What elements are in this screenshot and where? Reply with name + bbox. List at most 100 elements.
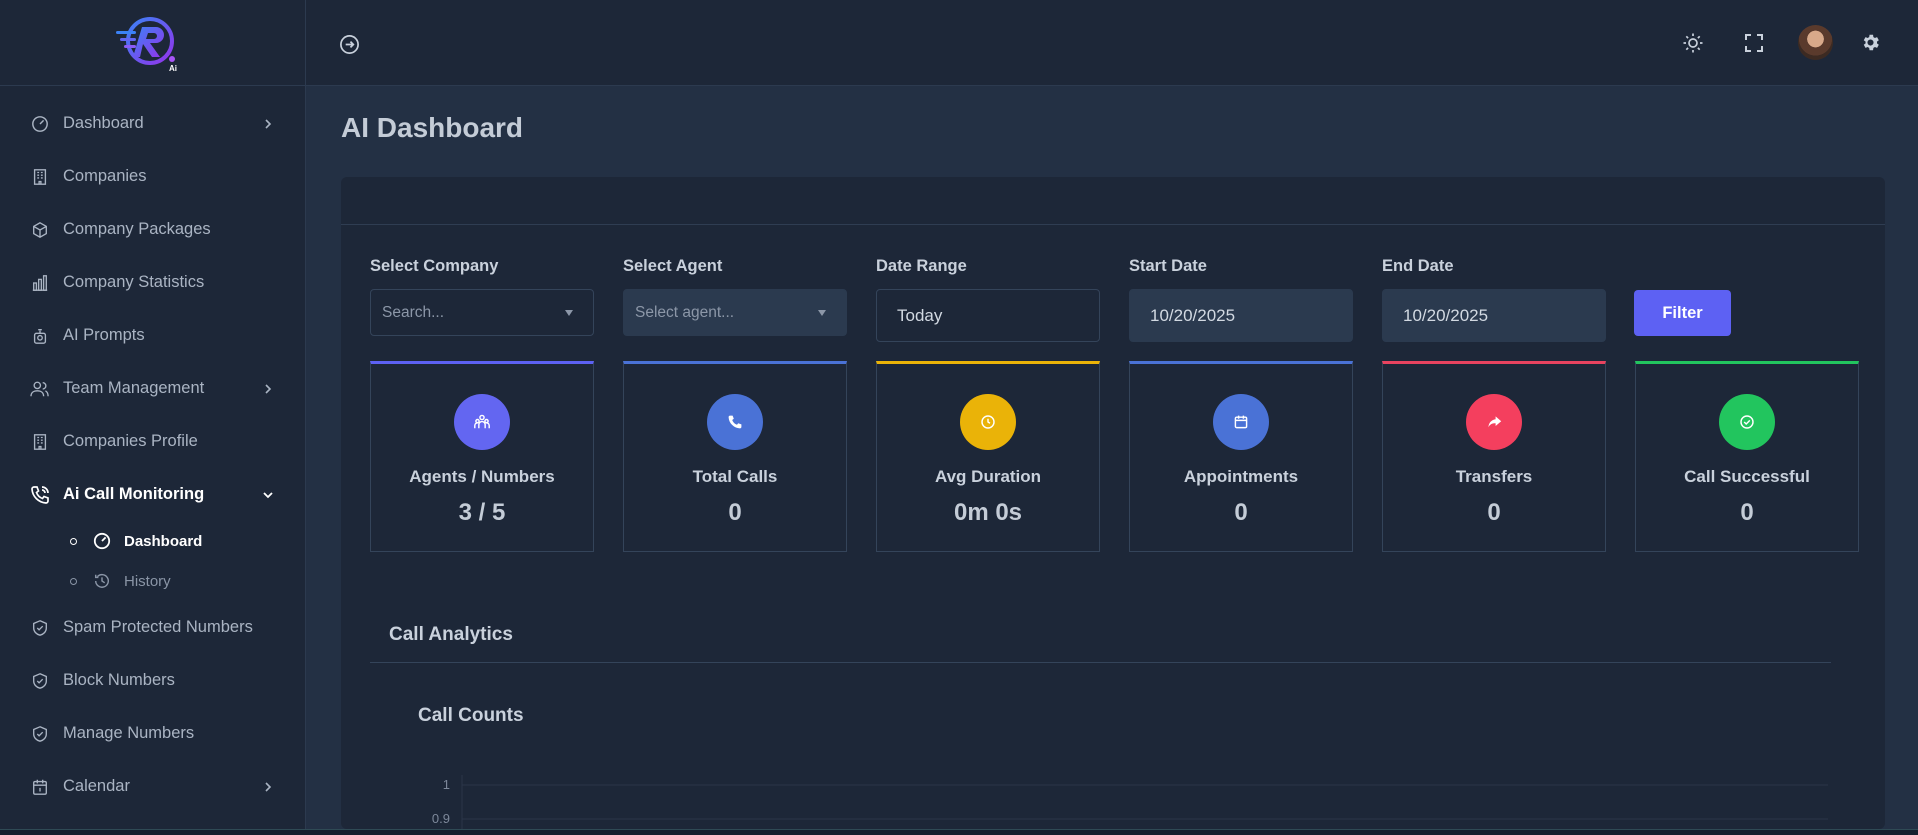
date-range-select[interactable]: Today bbox=[876, 289, 1100, 342]
caret-down-icon bbox=[818, 310, 826, 316]
sidebar-item-label: Team Management bbox=[63, 379, 205, 397]
sidebar-item-block-numbers[interactable]: Block Numbers bbox=[0, 654, 305, 707]
sidebar-item-ai-prompts[interactable]: AI Prompts bbox=[0, 309, 305, 362]
sidebar-item-calendar[interactable]: Calendar bbox=[0, 760, 305, 813]
sidebar-item-spam-protected-numbers[interactable]: Spam Protected Numbers bbox=[0, 601, 305, 654]
shield-check-icon bbox=[30, 618, 50, 638]
gauge-icon bbox=[92, 531, 112, 551]
gauge-icon bbox=[30, 114, 50, 134]
robot-icon bbox=[30, 326, 50, 346]
bullet-icon bbox=[70, 577, 77, 585]
bar-chart-icon bbox=[30, 273, 50, 293]
stat-value: 0 bbox=[728, 499, 742, 526]
submenu-item-history[interactable]: History bbox=[0, 561, 305, 601]
history-icon bbox=[92, 571, 112, 591]
sidebar: Ai Dashboard Companies Company Packages bbox=[0, 0, 306, 829]
company-select-placeholder: Search... bbox=[382, 303, 445, 321]
sidebar-item-label: Company Packages bbox=[63, 220, 211, 238]
sidebar-item-label: Block Numbers bbox=[63, 671, 175, 689]
agent-select[interactable]: Select agent... bbox=[623, 289, 847, 336]
sidebar-nav: Dashboard Companies Company Packages Com… bbox=[0, 86, 305, 813]
logo[interactable]: Ai bbox=[0, 0, 305, 86]
submenu-item-dashboard[interactable]: Dashboard bbox=[0, 521, 305, 561]
page-title: AI Dashboard bbox=[341, 112, 524, 143]
stat-value: 0 bbox=[1487, 499, 1501, 526]
bullet-icon bbox=[70, 537, 77, 545]
phone-icon bbox=[707, 394, 763, 450]
stat-title: Total Calls bbox=[692, 467, 778, 486]
stat-card-avg-duration: Avg Duration 0m 0s bbox=[876, 361, 1100, 552]
end-date-value: 10/20/2025 bbox=[1403, 305, 1489, 325]
sidebar-item-company-packages[interactable]: Company Packages bbox=[0, 203, 305, 256]
sidebar-item-dashboard[interactable]: Dashboard bbox=[0, 97, 305, 150]
date-range-label: Date Range bbox=[876, 257, 967, 275]
sidebar-item-company-statistics[interactable]: Company Statistics bbox=[0, 256, 305, 309]
check-circle-icon bbox=[1719, 394, 1775, 450]
users-icon bbox=[454, 394, 510, 450]
divider bbox=[370, 662, 1831, 663]
company-select[interactable]: Search... bbox=[370, 289, 594, 336]
sidebar-item-companies-profile[interactable]: Companies Profile bbox=[0, 415, 305, 468]
shield-check-icon bbox=[30, 671, 50, 691]
chevron-right-icon bbox=[261, 780, 275, 794]
stat-value: 0 bbox=[1740, 499, 1754, 526]
submenu-item-label: History bbox=[124, 572, 171, 590]
start-date-label: Start Date bbox=[1129, 257, 1207, 275]
card-header bbox=[341, 177, 1885, 225]
submenu: Dashboard History bbox=[0, 521, 305, 601]
sidebar-item-label: Ai Call Monitoring bbox=[63, 485, 205, 503]
chevron-right-icon bbox=[261, 117, 275, 131]
sidebar-item-ai-call-monitoring[interactable]: Ai Call Monitoring bbox=[0, 468, 305, 521]
sidebar-item-label: Calendar bbox=[63, 777, 130, 795]
sidebar-item-team-management[interactable]: Team Management bbox=[0, 362, 305, 415]
end-date-input[interactable]: 10/20/2025 bbox=[1382, 289, 1606, 342]
chevron-down-icon bbox=[261, 488, 275, 502]
building-icon bbox=[30, 432, 50, 452]
stat-title: Avg Duration bbox=[934, 467, 1042, 486]
sidebar-item-manage-numbers[interactable]: Manage Numbers bbox=[0, 707, 305, 760]
share-icon bbox=[1466, 394, 1522, 450]
gear-icon[interactable] bbox=[1859, 31, 1881, 53]
phone-call-icon bbox=[30, 485, 50, 505]
shield-check-icon bbox=[30, 724, 50, 744]
end-date-label: End Date bbox=[1382, 257, 1454, 275]
sidebar-item-label: Dashboard bbox=[63, 114, 144, 132]
stat-card-appointments: Appointments 0 bbox=[1129, 361, 1353, 552]
users-icon bbox=[30, 379, 50, 399]
topbar bbox=[306, 0, 1918, 86]
sidebar-item-companies[interactable]: Companies bbox=[0, 150, 305, 203]
sidebar-item-label: AI Prompts bbox=[63, 326, 145, 344]
fullscreen-icon[interactable] bbox=[1743, 32, 1765, 54]
window-bottom-bar bbox=[0, 829, 1918, 835]
calendar-icon bbox=[1213, 394, 1269, 450]
y-tick-label: 1 bbox=[443, 777, 450, 792]
stat-value: 0m 0s bbox=[953, 499, 1023, 526]
sun-icon[interactable] bbox=[1682, 32, 1704, 54]
filter-button[interactable]: Filter bbox=[1634, 290, 1731, 336]
sidebar-toggle-icon[interactable] bbox=[338, 33, 360, 55]
avatar[interactable] bbox=[1798, 25, 1833, 60]
stat-card-agents-numbers: Agents / Numbers 3 / 5 bbox=[370, 361, 594, 552]
logo-badge: Ai bbox=[169, 64, 177, 73]
call-analytics-title: Call Analytics bbox=[389, 624, 513, 645]
stat-value: 0 bbox=[1234, 499, 1248, 526]
package-icon bbox=[30, 220, 50, 240]
stat-card-total-calls: Total Calls 0 bbox=[623, 361, 847, 552]
date-range-value: Today bbox=[897, 305, 943, 325]
start-date-value: 10/20/2025 bbox=[1150, 305, 1236, 325]
sidebar-item-label: Companies bbox=[63, 167, 147, 185]
call-counts-chart: 10.9 bbox=[432, 775, 1828, 829]
sidebar-item-label: Spam Protected Numbers bbox=[63, 618, 253, 636]
agent-select-placeholder: Select agent... bbox=[635, 303, 735, 321]
chart-grid: 10.9 bbox=[432, 775, 1828, 829]
stat-title: Agents / Numbers bbox=[409, 467, 555, 486]
sidebar-item-label: Company Statistics bbox=[63, 273, 205, 291]
stat-value: 3 / 5 bbox=[458, 499, 506, 526]
stat-card-call-successful: Call Successful 0 bbox=[1635, 361, 1859, 552]
chevron-right-icon bbox=[261, 382, 275, 396]
chart-title: Call Counts bbox=[418, 705, 524, 726]
company-label: Select Company bbox=[370, 257, 499, 275]
stat-title: Appointments bbox=[1183, 467, 1299, 486]
clock-icon bbox=[960, 394, 1016, 450]
start-date-input[interactable]: 10/20/2025 bbox=[1129, 289, 1353, 342]
